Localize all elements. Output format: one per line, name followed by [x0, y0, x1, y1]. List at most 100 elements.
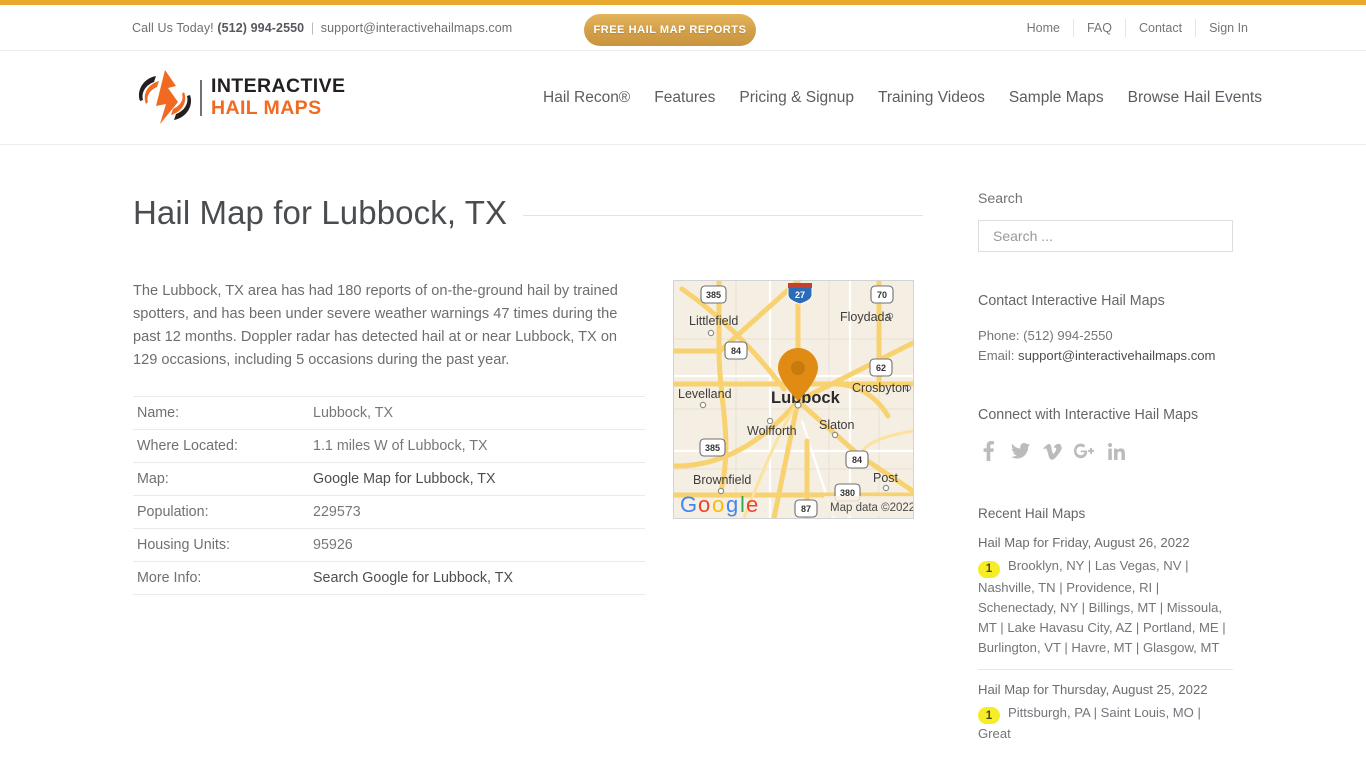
google-map-thumbnail[interactable]: Littlefield Floydada Levelland Crosbyton…	[673, 280, 914, 519]
map-graphic: Littlefield Floydada Levelland Crosbyton…	[674, 281, 913, 518]
info-value-housing: 95926	[313, 537, 353, 553]
call-us-label: Call Us Today!	[132, 20, 214, 35]
recent-cities-text[interactable]: Pittsburgh, PA | Saint Louis, MO | Great	[978, 705, 1201, 742]
utility-link-signin[interactable]: Sign In	[1196, 19, 1248, 37]
logo-line-2: HAIL MAPS	[211, 96, 322, 119]
svg-text:385: 385	[705, 443, 720, 453]
phone-value: (512) 994-2550	[1023, 328, 1113, 343]
svg-text:Map data ©2022: Map data ©2022	[830, 502, 913, 514]
list-item: Hail Map for Friday, August 26, 2022 1 Br…	[978, 535, 1233, 669]
contact-info-text: Call Us Today! (512) 994-2550 | support@…	[132, 21, 512, 35]
page-title-row: Hail Map for Lubbock, TX	[133, 190, 923, 236]
nav-item-sample-maps[interactable]: Sample Maps	[997, 89, 1116, 107]
page-title: Hail Map for Lubbock, TX	[133, 194, 508, 231]
svg-text:62: 62	[876, 363, 886, 373]
utility-link-contact[interactable]: Contact	[1126, 18, 1197, 37]
page-body: Hail Map for Lubbock, TX The Lubbock, TX…	[0, 145, 1366, 768]
utility-bar: Call Us Today! (512) 994-2550 | support@…	[0, 5, 1366, 51]
info-value: Search Google for Lubbock, TX	[309, 562, 645, 595]
table-row: Housing Units: 95926	[133, 529, 645, 562]
info-key: Map:	[137, 471, 169, 487]
info-key: Name:	[137, 405, 180, 421]
svg-text:G: G	[680, 492, 697, 517]
google-map-link[interactable]: Google Map for Lubbock, TX	[313, 471, 496, 487]
info-value: Lubbock, TX	[309, 397, 645, 430]
intro-paragraph: The Lubbock, TX area has had 180 reports…	[133, 283, 618, 368]
google-logo-icon: G o o g l e	[680, 492, 758, 517]
title-rule	[523, 214, 923, 216]
table-row: Where Located: 1.1 miles W of Lubbock, T…	[133, 430, 645, 463]
search-widget: Search	[978, 190, 1233, 252]
info-value-name: Lubbock, TX	[313, 405, 394, 421]
map-attribution: Map data ©2022	[824, 496, 913, 516]
info-key: Housing Units:	[137, 537, 230, 553]
nav-item-training-videos[interactable]: Training Videos	[866, 89, 997, 107]
body-block: The Lubbock, TX area has had 180 reports…	[133, 280, 923, 595]
text-separator: |	[310, 20, 315, 35]
contact-widget-title: Contact Interactive Hail Maps	[978, 293, 1165, 309]
svg-text:70: 70	[877, 290, 887, 300]
svg-text:84: 84	[852, 455, 862, 465]
svg-text:Post: Post	[873, 471, 899, 485]
google-plus-icon[interactable]	[1074, 440, 1094, 462]
svg-text:Levelland: Levelland	[678, 387, 732, 401]
table-row: More Info: Search Google for Lubbock, TX	[133, 562, 645, 595]
utility-nav: Home FAQ Contact Sign In	[1014, 15, 1248, 41]
recent-hail-maps-widget: Recent Hail Maps Hail Map for Friday, Au…	[978, 506, 1233, 755]
search-google-link[interactable]: Search Google for Lubbock, TX	[313, 570, 513, 586]
twitter-icon[interactable]	[1010, 440, 1030, 462]
sidebar-email-link[interactable]: support@interactivehailmaps.com	[1018, 348, 1215, 363]
recent-cities-text[interactable]: Brooklyn, NY | Las Vegas, NV | Nashville…	[978, 558, 1226, 655]
info-key: More Info:	[137, 570, 202, 586]
recent-cities: 1 Pittsburgh, PA | Saint Louis, MO | Grea…	[978, 703, 1233, 745]
search-input[interactable]	[978, 220, 1233, 252]
logo-line-1: INTERACTIVE	[211, 75, 346, 97]
svg-text:84: 84	[731, 346, 741, 356]
recent-map-date-link[interactable]: Hail Map for Thursday, August 25, 2022	[978, 682, 1233, 697]
svg-text:Floydada: Floydada	[840, 310, 891, 324]
site-logo[interactable]: INTERACTIVE HAIL MAPS	[134, 67, 345, 129]
logo-wordmark: INTERACTIVE HAIL MAPS	[211, 75, 346, 119]
recent-map-date-link[interactable]: Hail Map for Friday, August 26, 2022	[978, 535, 1233, 550]
logo-divider	[200, 79, 202, 116]
header-phone[interactable]: (512) 994-2550	[217, 21, 304, 35]
info-value-population: 229573	[313, 504, 361, 520]
connect-widget: Connect with Interactive Hail Maps	[978, 407, 1233, 462]
svg-text:Brownfield: Brownfield	[693, 473, 751, 487]
primary-nav: Hail Recon® Features Pricing & Signup Tr…	[531, 89, 1274, 107]
utility-link-home[interactable]: Home	[1014, 18, 1074, 37]
recent-cities: 1 Brooklyn, NY | Las Vegas, NV | Nashvill…	[978, 556, 1233, 658]
phone-label: Phone:	[978, 328, 1020, 343]
site-header: INTERACTIVE HAIL MAPS Hail Recon® Featur…	[0, 51, 1366, 145]
svg-text:Crosbyton: Crosbyton	[852, 381, 909, 395]
svg-text:l: l	[740, 492, 745, 517]
table-row: Population: 229573	[133, 496, 645, 529]
main-content: Hail Map for Lubbock, TX The Lubbock, TX…	[133, 190, 923, 595]
email-label: Email:	[978, 348, 1015, 363]
svg-text:o: o	[712, 492, 724, 517]
sidebar: Search Contact Interactive Hail Maps Pho…	[978, 190, 1233, 755]
header-email[interactable]: support@interactivehailmaps.com	[321, 21, 513, 35]
facebook-icon[interactable]	[978, 440, 998, 462]
linkedin-icon[interactable]	[1106, 440, 1126, 462]
info-value-where: 1.1 miles W of Lubbock, TX	[313, 438, 488, 454]
svg-text:Wolfforth: Wolfforth	[747, 424, 797, 438]
nav-item-browse-hail-events[interactable]: Browse Hail Events	[1116, 89, 1274, 107]
free-hail-map-reports-button[interactable]: FREE HAIL MAP REPORTS	[584, 14, 756, 46]
info-value: Google Map for Lubbock, TX	[309, 463, 645, 496]
utility-link-faq[interactable]: FAQ	[1074, 18, 1126, 37]
table-row: Name: Lubbock, TX	[133, 396, 645, 430]
vimeo-icon[interactable]	[1042, 440, 1062, 462]
info-value: 229573	[309, 496, 645, 529]
nav-item-hail-recon[interactable]: Hail Recon®	[531, 89, 642, 107]
connect-widget-title: Connect with Interactive Hail Maps	[978, 407, 1199, 423]
list-item: Hail Map for Thursday, August 25, 2022 1…	[978, 668, 1233, 756]
info-value: 1.1 miles W of Lubbock, TX	[309, 430, 645, 463]
svg-text:g: g	[726, 492, 738, 517]
nav-item-pricing-signup[interactable]: Pricing & Signup	[727, 89, 866, 107]
recent-widget-title: Recent Hail Maps	[978, 506, 1086, 521]
status-badge: 1	[978, 707, 1000, 724]
info-key: Where Located:	[137, 438, 238, 454]
search-widget-title: Search	[978, 190, 1023, 206]
nav-item-features[interactable]: Features	[642, 89, 727, 107]
